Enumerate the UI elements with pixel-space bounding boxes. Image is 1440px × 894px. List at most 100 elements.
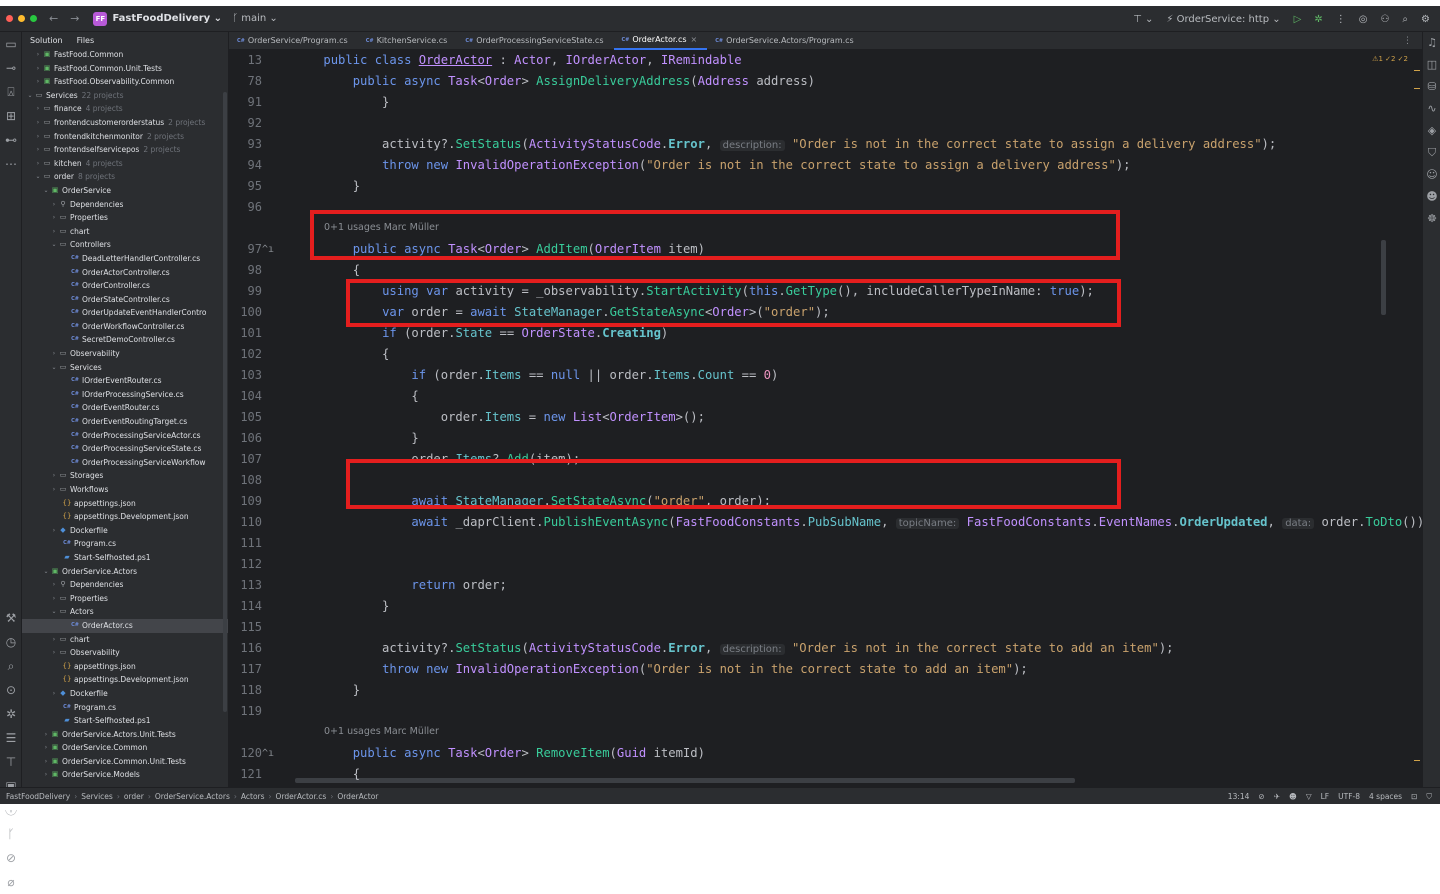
chevron-right-icon[interactable]: › <box>50 469 58 483</box>
chevron-right-icon[interactable]: › <box>50 646 58 660</box>
breadcrumb-item[interactable]: OrderActor.cs <box>276 792 327 801</box>
tree-item[interactable]: › ▭ Observability <box>22 347 228 361</box>
chevron-right-icon[interactable]: › <box>50 198 58 212</box>
breadcrumb-item[interactable]: FastFoodDelivery <box>6 792 70 801</box>
run-icon[interactable]: ▷ <box>1294 14 1302 25</box>
more-actions-icon[interactable]: ⋮ <box>1336 14 1346 25</box>
code-vision-hint[interactable]: 0+1 usages Marc Müller <box>324 726 439 737</box>
tree-item[interactable]: › ▣ OrderService.Actors.Unit.Tests <box>22 728 228 742</box>
tree-item[interactable]: ⌄ ▭ Services 22 projects <box>22 89 228 103</box>
chevron-right-icon[interactable]: › <box>34 116 42 130</box>
chevron-right-icon[interactable]: › <box>50 578 58 592</box>
copilot-edits-icon[interactable]: ☻ <box>1423 186 1440 208</box>
sidebar-scrollbar[interactable] <box>223 92 227 712</box>
tree-item[interactable]: C# OrderProcessingServiceState.cs <box>22 442 228 456</box>
shield-icon[interactable]: ⛉ <box>1423 142 1440 164</box>
tree-item[interactable]: ⌄ ▭ Services <box>22 361 228 375</box>
tree-item[interactable]: › ▭ Observability <box>22 646 228 660</box>
tree-item[interactable]: › ⚲ Dependencies <box>22 578 228 592</box>
chevron-right-icon[interactable]: › <box>34 102 42 116</box>
chevron-right-icon[interactable]: › <box>34 62 42 76</box>
tree-item[interactable]: C# IOrderProcessingService.cs <box>22 388 228 402</box>
code-line[interactable]: 110 await _daprClient.PublishEventAsync(… <box>229 512 1422 533</box>
chevron-right-icon[interactable]: › <box>50 592 58 606</box>
copilot-chat-icon[interactable]: ☺ <box>1423 164 1440 186</box>
add-user-icon[interactable]: ⚇ <box>1380 14 1389 25</box>
implements-gutter-icon[interactable]: ^ı <box>262 743 274 764</box>
tree-item[interactable]: C# OrderUpdateEventHandlerContro <box>22 306 228 320</box>
code-line[interactable]: 117 throw new InvalidOperationException(… <box>229 659 1422 680</box>
tree-item[interactable]: C# OrderProcessingServiceWorkflow <box>22 456 228 470</box>
chevron-down-icon[interactable]: ⌄ <box>34 170 42 184</box>
endpoints-tool-icon[interactable]: ⊘ <box>0 846 22 870</box>
code-editor[interactable]: ⚠1 ✓2 ✓2 13 public class OrderActor : Ac… <box>229 50 1422 787</box>
chevron-right-icon[interactable]: › <box>50 687 58 701</box>
tree-item[interactable]: › ▣ OrderService.Common <box>22 741 228 755</box>
forward-arrow-icon[interactable]: → <box>70 12 79 25</box>
tree-item[interactable]: ⌄ ▣ OrderService.Actors <box>22 565 228 579</box>
project-name[interactable]: FastFoodDelivery ⌄ <box>112 13 222 24</box>
tree-item[interactable]: › ▭ finance 4 projects <box>22 102 228 116</box>
gradle-icon[interactable]: ◈ <box>1423 120 1440 142</box>
tree-item[interactable]: › ▣ FastFood.Observability.Common <box>22 75 228 89</box>
services-tool-icon[interactable]: ⊙ <box>0 678 22 702</box>
chevron-right-icon[interactable]: › <box>42 741 50 755</box>
code-line[interactable]: 118 } <box>229 680 1422 701</box>
code-line[interactable]: 113 return order; <box>229 575 1422 596</box>
tree-item[interactable]: › ▭ frontendcustomerorderstatus 2 projects <box>22 116 228 130</box>
code-line[interactable]: 115 <box>229 617 1422 638</box>
close-window-button[interactable] <box>6 15 13 22</box>
zoom-window-button[interactable] <box>30 15 37 22</box>
agent-icon[interactable]: ☸ <box>1423 208 1440 230</box>
notifications-icon[interactable]: ♫ <box>1423 32 1440 54</box>
git-tool-icon[interactable]: ᚴ <box>0 822 22 846</box>
tree-item[interactable]: C# SecretDemoController.cs <box>22 333 228 347</box>
ai-status-icon[interactable]: ☻ <box>1289 792 1297 801</box>
tree-item[interactable]: › ▭ chart <box>22 225 228 239</box>
pull-requests-icon[interactable]: ⊷ <box>0 128 22 152</box>
more-tools-icon[interactable]: ⋯ <box>0 152 22 176</box>
unit-tests-tool-icon[interactable]: ⊤ <box>0 750 22 774</box>
back-arrow-icon[interactable]: ← <box>49 12 58 25</box>
debug-tool-icon[interactable]: ✲ <box>0 702 22 726</box>
tree-item[interactable]: C# OrderStateController.cs <box>22 293 228 307</box>
editor-tab[interactable]: C# OrderService.Actors/Program.cs <box>707 32 863 50</box>
tree-item[interactable]: {} appsettings.Development.json <box>22 673 228 687</box>
tree-item[interactable]: ▰ Start-Selfhosted.ps1 <box>22 551 228 565</box>
tree-item[interactable]: › ▭ Workflows <box>22 483 228 497</box>
copilot-icon[interactable]: ◎ <box>1359 14 1368 25</box>
tree-item[interactable]: C# OrderController.cs <box>22 279 228 293</box>
tree-item[interactable]: › ▭ Properties <box>22 592 228 606</box>
code-line[interactable]: 93 activity?.SetStatus(ActivityStatusCod… <box>229 134 1422 155</box>
structure-tool-icon[interactable]: ⍓ <box>0 80 22 104</box>
tree-item[interactable]: ⌄ ▣ OrderService <box>22 184 228 198</box>
tree-item[interactable]: › ◆ Dockerfile <box>22 687 228 701</box>
chevron-right-icon[interactable]: › <box>50 211 58 225</box>
tree-item[interactable]: C# OrderEventRoutingTarget.cs <box>22 415 228 429</box>
code-line[interactable]: 116 activity?.SetStatus(ActivityStatusCo… <box>229 638 1422 659</box>
code-line[interactable]: 94 throw new InvalidOperationException("… <box>229 155 1422 176</box>
code-line[interactable]: 78 public async Task<Order> AssignDelive… <box>229 71 1422 92</box>
chevron-right-icon[interactable]: › <box>34 75 42 89</box>
tree-item[interactable]: C# OrderProcessingServiceActor.cs <box>22 429 228 443</box>
chevron-right-icon[interactable]: › <box>50 347 58 361</box>
project-badge[interactable]: FF <box>93 11 108 26</box>
chevron-right-icon[interactable]: › <box>42 755 50 769</box>
breadcrumb-item[interactable]: Actors <box>241 792 265 801</box>
code-line[interactable]: 103 if (order.Items == null || order.Ite… <box>229 365 1422 386</box>
code-line[interactable]: 91 } <box>229 92 1422 113</box>
chevron-right-icon[interactable]: › <box>34 157 42 171</box>
chevron-down-icon[interactable]: ⌄ <box>42 184 50 198</box>
tree-item[interactable]: ⌄ ▭ Controllers <box>22 238 228 252</box>
tree-item[interactable]: C# OrderActor.cs <box>22 618 228 633</box>
chevron-right-icon[interactable]: › <box>34 48 42 62</box>
tree-item[interactable]: › ▭ Properties <box>22 211 228 225</box>
performance-icon[interactable]: ∿ <box>1423 98 1440 120</box>
run-config-selector[interactable]: ⚡ OrderService: http ⌄ <box>1166 14 1280 25</box>
readonly-lock-icon[interactable]: ⊡ <box>1411 792 1417 801</box>
search-icon[interactable]: ⌕ <box>1402 14 1408 25</box>
tree-item[interactable]: ⌄ ▭ order 8 projects <box>22 170 228 184</box>
tree-item[interactable]: {} appsettings.json <box>22 497 228 511</box>
editor-tab[interactable]: C# OrderService/Program.cs <box>229 32 358 50</box>
build-tool-icon[interactable]: ⚒ <box>0 606 22 630</box>
